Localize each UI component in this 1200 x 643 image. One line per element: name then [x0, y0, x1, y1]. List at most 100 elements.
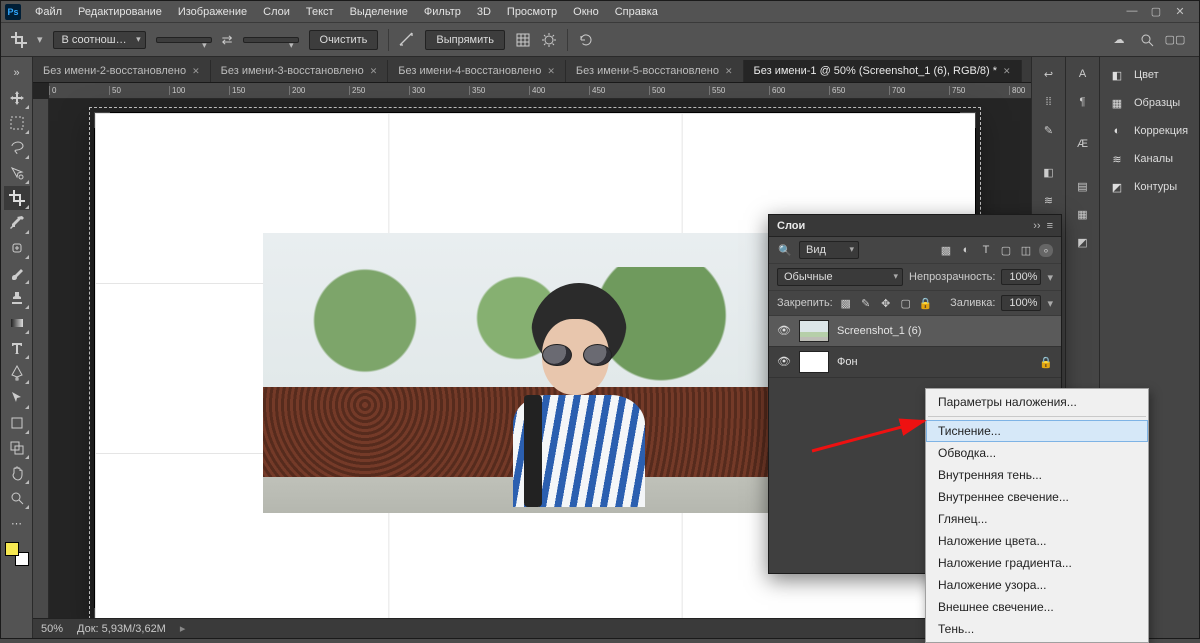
fx-menu-item[interactable]: Внешнее свечение... [926, 596, 1148, 618]
filter-type-icon[interactable]: T [979, 244, 993, 257]
properties-icon[interactable]: ◧ [1038, 161, 1060, 183]
close-button[interactable]: ✕ [1173, 5, 1187, 18]
lock-all-icon[interactable]: 🔒 [919, 297, 933, 310]
menu-файл[interactable]: Файл [27, 3, 70, 21]
lock-artboard-icon[interactable]: ▢ [899, 297, 913, 310]
menu-3d[interactable]: 3D [469, 3, 499, 21]
menu-просмотр[interactable]: Просмотр [499, 3, 565, 21]
menu-редактирование[interactable]: Редактирование [70, 3, 170, 21]
close-tab-icon[interactable]: ✕ [725, 66, 733, 77]
history-icon[interactable]: ↩ [1038, 63, 1060, 85]
fx-menu-item[interactable]: Наложение узора... [926, 574, 1148, 596]
placed-image[interactable] [263, 233, 773, 513]
lock-transparency-icon[interactable]: ▩ [839, 297, 853, 310]
fx-menu-item[interactable]: Тиснение... [926, 420, 1148, 442]
filter-toggle-icon[interactable]: ∘ [1039, 244, 1053, 257]
layer-filter-types[interactable]: ▩ ◐ T ▢ ◫ ∘ [939, 244, 1053, 257]
lock-position-icon[interactable]: ✥ [879, 297, 893, 310]
lock-pixels-icon[interactable]: ✎ [859, 297, 873, 310]
edit-toolbar-icon[interactable]: ⋯ [4, 511, 30, 535]
close-tab-icon[interactable]: ✕ [547, 66, 555, 77]
zoom-tool[interactable] [4, 486, 30, 510]
fx-menu-item[interactable]: Глянец... [926, 508, 1148, 530]
reset-crop-icon[interactable] [578, 32, 594, 48]
menu-текст[interactable]: Текст [298, 3, 342, 21]
layer-visibility-icon[interactable]: 👁 [777, 324, 791, 338]
filter-shape-icon[interactable]: ▢ [999, 244, 1013, 257]
brush-presets-icon[interactable]: ⁞⁞ [1038, 91, 1060, 113]
swap-dimensions-icon[interactable]: ⇄ [222, 32, 233, 48]
fx-menu-item[interactable]: Тень... [926, 618, 1148, 640]
panel-shortcut-Цвет[interactable]: ◧Цвет [1100, 61, 1199, 89]
layer-row[interactable]: 👁 Screenshot_1 (6) [769, 316, 1061, 347]
document-tab[interactable]: Без имени-2-восстановлено✕ [33, 60, 211, 82]
layer-filter-icon[interactable]: 🔍 [777, 242, 793, 258]
search-icon[interactable] [1139, 32, 1155, 48]
layer-thumbnail[interactable] [799, 320, 829, 342]
filter-smart-icon[interactable]: ◫ [1019, 244, 1033, 257]
filter-pixel-icon[interactable]: ▩ [939, 244, 953, 257]
close-tab-icon[interactable]: ✕ [1003, 66, 1011, 77]
fill-input[interactable]: 100% [1001, 295, 1041, 311]
cloud-docs-icon[interactable]: ☁ [1111, 32, 1127, 48]
channels-rail-icon[interactable]: ▦ [1072, 203, 1094, 225]
crop-handle-top-left[interactable] [94, 112, 110, 128]
pen-tool[interactable] [4, 361, 30, 385]
panel-shortcut-Каналы[interactable]: ≋Каналы [1100, 145, 1199, 173]
layer-visibility-icon[interactable]: 👁 [777, 355, 791, 369]
artboard-tool[interactable] [4, 436, 30, 460]
gradient-tool[interactable] [4, 311, 30, 335]
shape-tool[interactable] [4, 411, 30, 435]
hand-tool[interactable] [4, 461, 30, 485]
layer-name[interactable]: Screenshot_1 (6) [837, 325, 921, 337]
brush-settings-icon[interactable]: ✎ [1038, 119, 1060, 141]
healing-tool[interactable] [4, 236, 30, 260]
paths-rail-icon[interactable]: ◩ [1072, 231, 1094, 253]
crop-width-input[interactable] [156, 37, 212, 43]
blend-mode-dropdown[interactable]: Обычные [777, 268, 903, 286]
menu-изображение[interactable]: Изображение [170, 3, 255, 21]
fx-menu-item[interactable]: Параметры наложения... [926, 391, 1148, 413]
adjustments-rail-icon[interactable]: ≋ [1038, 189, 1060, 211]
close-tab-icon[interactable]: ✕ [370, 66, 378, 77]
menu-фильтр[interactable]: Фильтр [416, 3, 469, 21]
layer-style-context-menu[interactable]: Параметры наложения... Тиснение...Обводка… [925, 388, 1149, 643]
minimize-button[interactable]: — [1125, 5, 1139, 18]
layers-rail-icon[interactable]: ▤ [1072, 175, 1094, 197]
document-tab[interactable]: Без имени-3-восстановлено✕ [211, 60, 389, 82]
document-tab[interactable]: Без имени-5-восстановлено✕ [566, 60, 744, 82]
foreground-color-swatch[interactable] [5, 542, 19, 556]
crop-handle-top-right[interactable] [960, 112, 976, 128]
fx-menu-item[interactable]: Наложение градиента... [926, 552, 1148, 574]
panel-shortcut-Коррекция[interactable]: ◐Коррекция [1100, 117, 1199, 145]
character-icon[interactable]: A [1072, 63, 1094, 85]
color-swatches[interactable] [5, 542, 29, 566]
zoom-level[interactable]: 50% [41, 623, 63, 635]
menu-слои[interactable]: Слои [255, 3, 298, 21]
fx-menu-item[interactable]: Обводка... [926, 442, 1148, 464]
panel-shortcut-Контуры[interactable]: ◩Контуры [1100, 173, 1199, 201]
straighten-button[interactable]: Выпрямить [425, 30, 505, 50]
crop-settings-icon[interactable] [541, 32, 557, 48]
clear-button[interactable]: Очистить [309, 30, 379, 50]
opacity-input[interactable]: 100% [1001, 269, 1041, 285]
collapse-toolbar-icon[interactable]: » [4, 61, 30, 85]
marquee-tool[interactable] [4, 111, 30, 135]
fx-menu-item[interactable]: Наложение цвета... [926, 530, 1148, 552]
crop-height-input[interactable] [243, 37, 299, 43]
panel-collapse-icon[interactable]: ›› [1033, 220, 1040, 232]
filter-adjust-icon[interactable]: ◐ [959, 244, 973, 257]
move-tool[interactable] [4, 86, 30, 110]
close-tab-icon[interactable]: ✕ [192, 66, 200, 77]
type-tool[interactable] [4, 336, 30, 360]
crop-tool[interactable] [4, 186, 30, 210]
crop-handle-bottom-left[interactable] [94, 608, 110, 618]
layer-row[interactable]: 👁Фон🔒 [769, 347, 1061, 378]
glyphs-icon[interactable]: Æ [1072, 133, 1094, 155]
lasso-tool[interactable] [4, 136, 30, 160]
workspace-icon[interactable]: ▢▢ [1167, 32, 1183, 48]
brush-tool[interactable] [4, 261, 30, 285]
path-select-tool[interactable] [4, 386, 30, 410]
grid-overlay-icon[interactable] [515, 32, 531, 48]
crop-ratio-dropdown[interactable]: В соотнош… [53, 31, 146, 49]
